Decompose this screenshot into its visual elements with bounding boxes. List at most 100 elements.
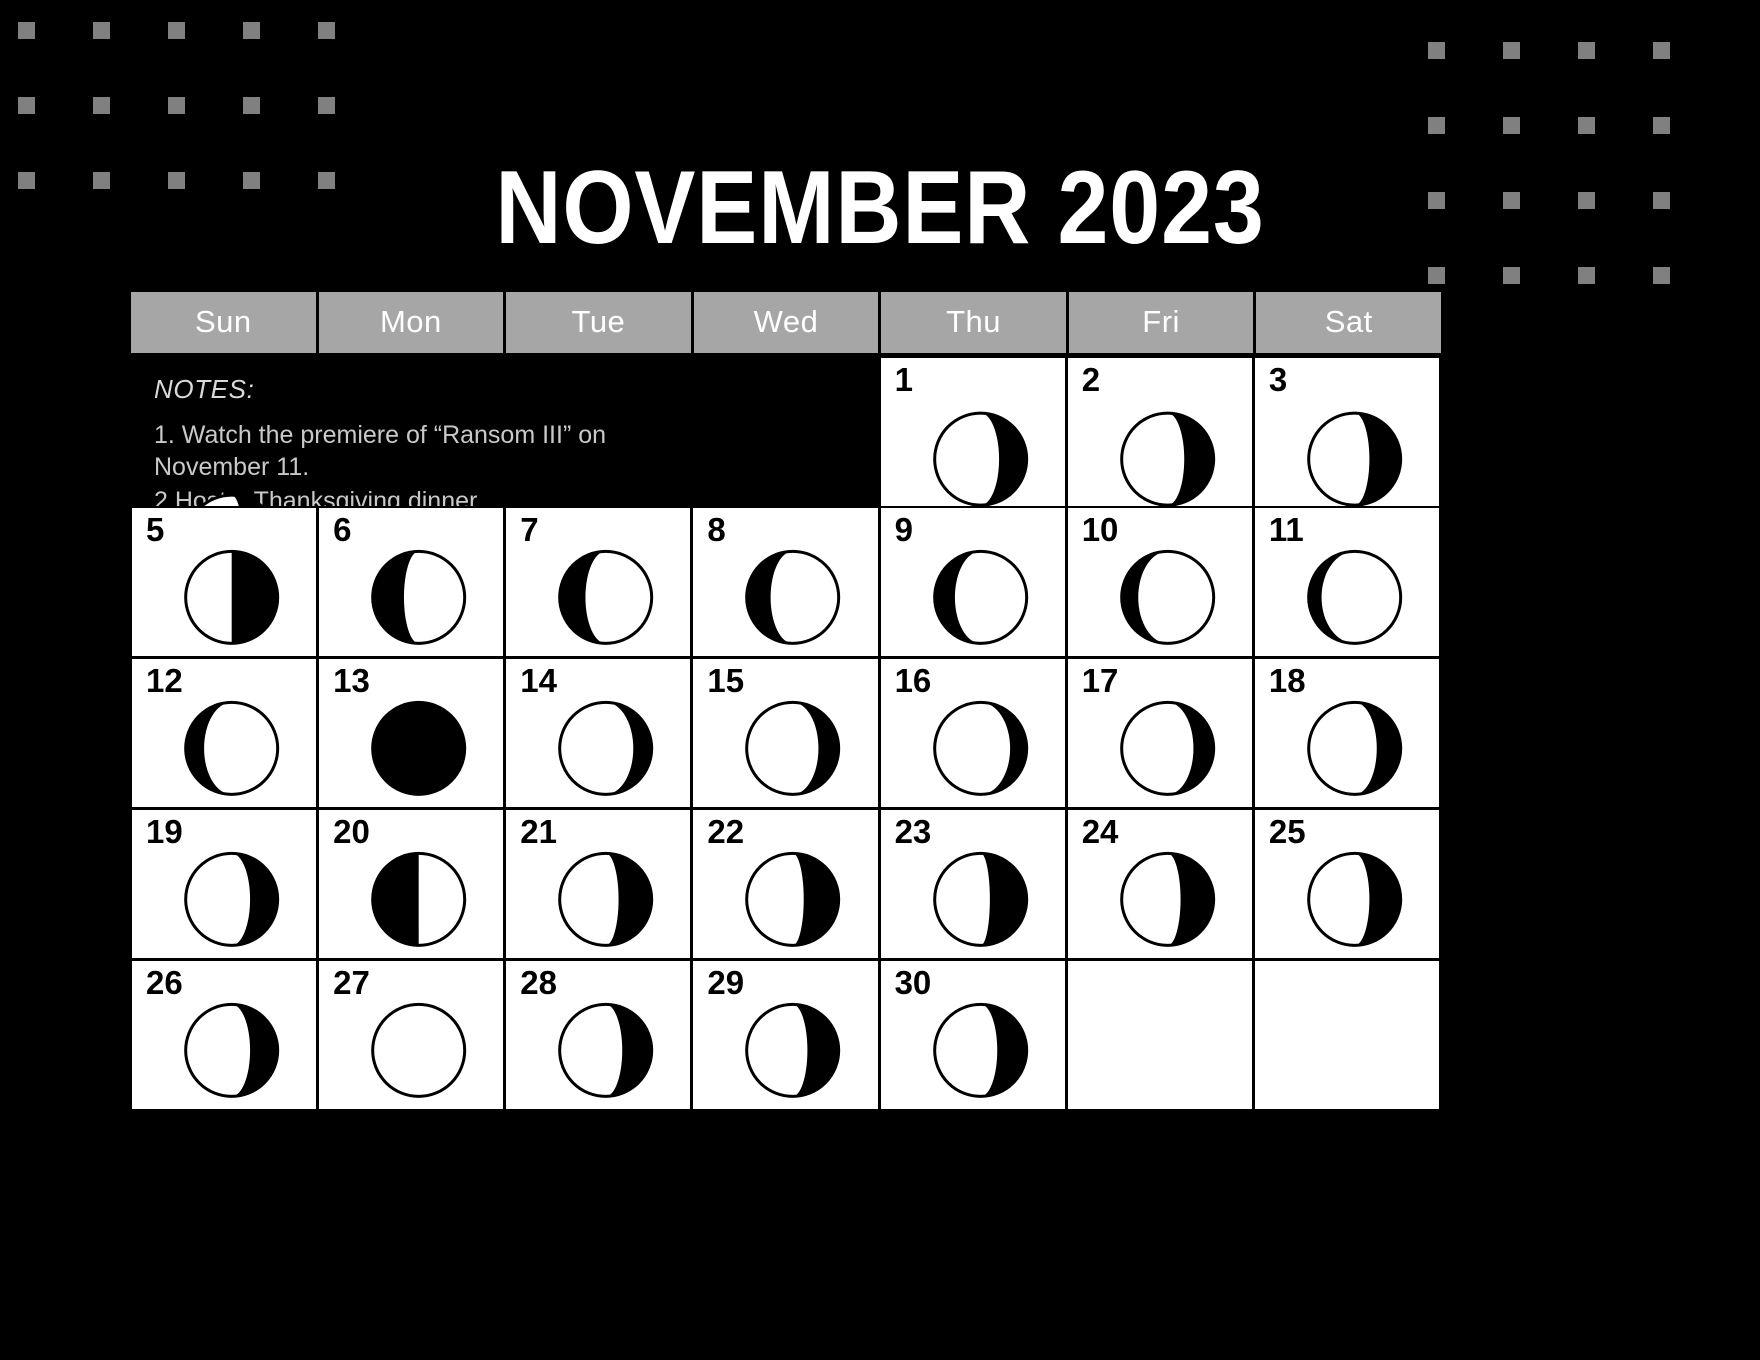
day-cell-28[interactable]: 28 (504, 959, 693, 1111)
day-cell-18[interactable]: 18 (1252, 657, 1441, 809)
moon-phase-icon (184, 700, 280, 796)
day-cell-2[interactable]: 2 (1065, 356, 1254, 519)
day-cell-3[interactable]: 3 (1252, 356, 1441, 519)
moon-phase-icon (1307, 411, 1403, 507)
day-cell-empty (1065, 959, 1254, 1111)
calendar-week-row: NOTES: 1. Watch the premiere of “Ransom I… (130, 356, 1441, 589)
weekday-header-row: Sun Mon Tue Wed Thu Fri Sat (131, 292, 1441, 353)
moon-phase-icon (558, 1002, 654, 1098)
decorative-dot (1653, 117, 1670, 134)
day-number: 21 (520, 813, 557, 850)
day-cell-14[interactable]: 14 (504, 657, 693, 809)
day-cell-21[interactable]: 21 (504, 808, 693, 960)
day-number: 2 (1081, 361, 1101, 398)
decorative-dot (1428, 117, 1445, 134)
day-cell-1[interactable]: 1 (878, 356, 1067, 519)
decorative-dot (1503, 267, 1520, 284)
day-cell-29[interactable]: 29 (691, 959, 880, 1111)
moon-phase-icon (1307, 700, 1403, 796)
calendar-week-row: 5 6 7 8 9 10 11 (130, 506, 1441, 658)
decorative-dot (1428, 267, 1445, 284)
day-number: 9 (894, 511, 913, 548)
day-cell-22[interactable]: 22 (691, 808, 880, 960)
day-number: 27 (333, 964, 370, 1001)
day-cell-26[interactable]: 26 (130, 959, 319, 1111)
day-number: 24 (1081, 813, 1119, 850)
decorative-dot (1578, 117, 1595, 134)
day-cell-8[interactable]: 8 (691, 506, 880, 658)
day-cell-13[interactable]: 13 (317, 657, 506, 809)
decorative-dot (18, 97, 35, 114)
day-cell-10[interactable]: 10 (1065, 506, 1254, 658)
day-cell-23[interactable]: 23 (878, 808, 1067, 960)
calendar-week-row: 19 20 21 22 23 24 25 (130, 808, 1441, 960)
day-number: 26 (146, 964, 183, 1001)
calendar-grid: Sun Mon Tue Wed Thu Fri Sat NOTES: 1. Watch the… (130, 292, 1441, 1111)
moon-phase-icon (371, 851, 467, 947)
day-number: 15 (707, 662, 745, 699)
moon-phase-icon (1119, 549, 1215, 645)
weekday-header-sat: Sat (1256, 292, 1441, 353)
moon-phase-icon (1307, 851, 1403, 947)
moon-phase-icon (1119, 411, 1215, 507)
day-cell-17[interactable]: 17 (1065, 657, 1254, 809)
day-number: 13 (333, 662, 370, 699)
note-item: 1. Watch the premiere of “Ransom III” on… (154, 421, 607, 481)
day-cell-6[interactable]: 6 (317, 506, 506, 658)
day-cell-30[interactable]: 30 (878, 959, 1067, 1111)
day-number: 8 (707, 511, 726, 548)
day-cell-20[interactable]: 20 (317, 808, 506, 960)
day-cell-25[interactable]: 25 (1252, 808, 1441, 960)
notes-heading: NOTES: (154, 374, 255, 404)
calendar-week-row: 26 27 28 29 30 (130, 959, 1441, 1111)
moon-phase-icon (932, 549, 1028, 645)
moon-phase-icon (558, 700, 654, 796)
moon-phase-icon (371, 1002, 467, 1098)
day-cell-5[interactable]: 5 (130, 506, 319, 658)
decorative-dot (1653, 42, 1670, 59)
day-number: 19 (146, 813, 183, 850)
day-number: 3 (1268, 361, 1288, 398)
decorative-dot (93, 97, 110, 114)
day-cell-24[interactable]: 24 (1065, 808, 1254, 960)
day-number: 28 (520, 964, 557, 1001)
day-cell-11[interactable]: 11 (1252, 506, 1441, 658)
moon-phase-icon (1119, 851, 1215, 947)
day-number: 14 (520, 662, 557, 699)
moon-phase-icon (371, 549, 467, 645)
decorative-dot (243, 22, 260, 39)
moon-phase-icon (558, 549, 654, 645)
day-cell-7[interactable]: 7 (504, 506, 693, 658)
decorative-dot (18, 22, 35, 39)
moon-phase-icon (932, 411, 1028, 507)
page-title: NOVEMBER 2023 (495, 149, 1265, 266)
weekday-header-fri: Fri (1068, 292, 1254, 353)
day-cell-9[interactable]: 9 (878, 506, 1067, 658)
decorative-dot (1653, 267, 1670, 284)
day-number: 17 (1081, 662, 1119, 699)
decorative-dot (1503, 42, 1520, 59)
day-cell-27[interactable]: 27 (317, 959, 506, 1111)
decorative-dot (1653, 192, 1670, 209)
decorative-dot (18, 172, 35, 189)
weekday-header-sun: Sun (131, 292, 316, 353)
day-cell-12[interactable]: 12 (130, 657, 319, 809)
day-number: 7 (520, 511, 539, 548)
day-cell-15[interactable]: 15 (691, 657, 880, 809)
day-number: 25 (1268, 813, 1306, 850)
decorative-dot (1578, 42, 1595, 59)
day-number: 5 (146, 511, 165, 548)
day-number: 23 (894, 813, 932, 850)
moon-phase-icon (745, 700, 841, 796)
moon-phase-icon (932, 1002, 1028, 1098)
moon-phase-icon (184, 851, 280, 947)
weekday-header-thu: Thu (881, 292, 1066, 353)
day-cell-19[interactable]: 19 (130, 808, 319, 960)
day-number: 16 (894, 662, 932, 699)
day-number: 11 (1268, 511, 1304, 548)
day-cell-empty (1252, 959, 1441, 1111)
day-cell-16[interactable]: 16 (878, 657, 1067, 809)
moon-phase-icon (184, 549, 280, 645)
decorative-dot (168, 22, 185, 39)
moon-phase-icon (371, 700, 467, 796)
